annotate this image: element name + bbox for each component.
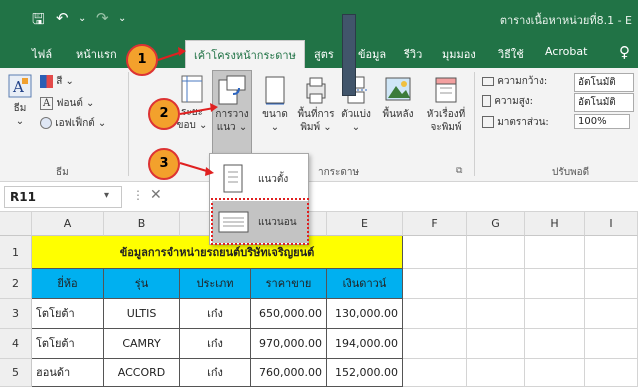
arrow-1 [157,51,183,61]
arrow-1-head [178,47,186,56]
arrow-3 [179,162,211,173]
callout-2-badge: 2 [148,98,180,130]
arrow-2 [179,107,215,115]
callout-1-badge: 1 [126,44,158,76]
arrow-2-head [210,103,218,112]
callout-3-badge: 3 [148,148,180,180]
arrow-3-head [205,167,214,176]
callout-arrows [157,47,218,176]
